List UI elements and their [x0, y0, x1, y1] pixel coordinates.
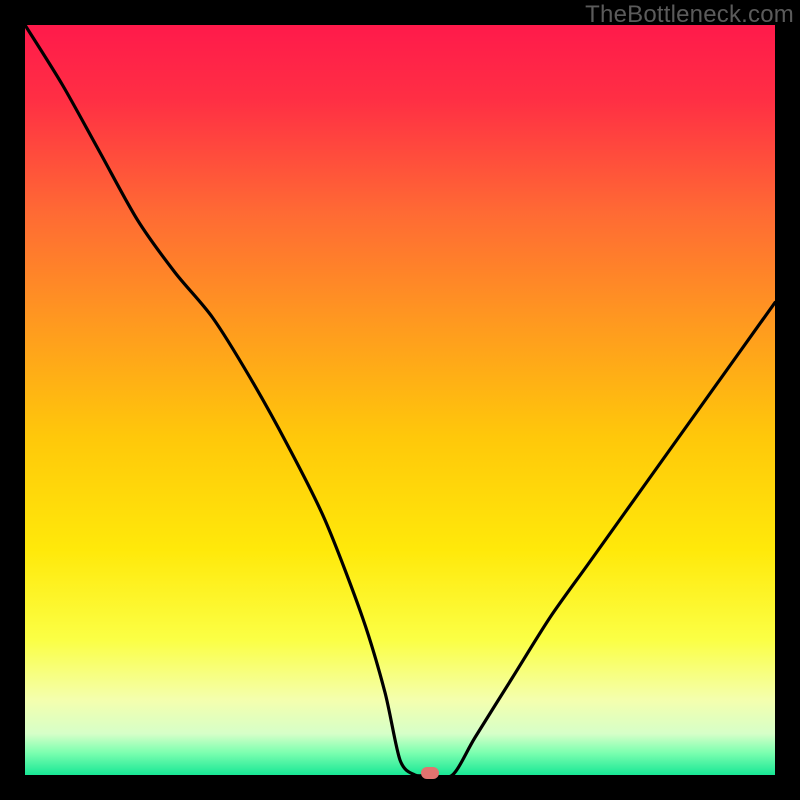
chart-frame: TheBottleneck.com	[0, 0, 800, 800]
gradient-background	[25, 25, 775, 775]
watermark-text: TheBottleneck.com	[585, 1, 794, 29]
optimal-point-marker	[421, 767, 439, 779]
bottleneck-chart	[25, 25, 775, 775]
